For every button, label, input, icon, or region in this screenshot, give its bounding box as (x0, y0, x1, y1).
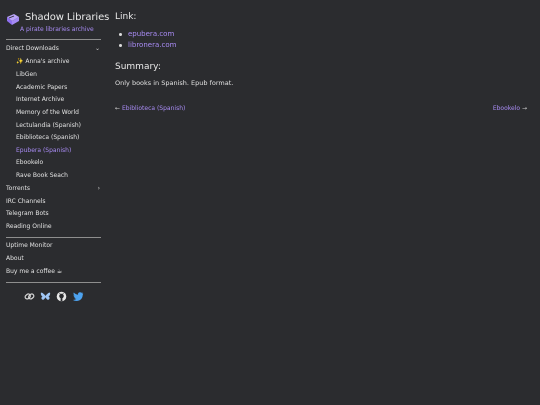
sidebar-item-label: Buy me a coffee ☕ (6, 268, 63, 275)
divider (6, 237, 101, 238)
link-icon[interactable] (24, 291, 35, 302)
sidebar-item-label: Uptime Monitor (6, 242, 53, 249)
books-icon (7, 14, 19, 25)
sidebar-item-irc-channels[interactable]: IRC Channels (6, 196, 102, 208)
brand[interactable]: Shadow Libraries A pirate libraries arch… (6, 11, 109, 37)
sidebar-item-label: Torrents (6, 185, 30, 192)
sidebar-item-ebookelo[interactable]: Ebookelo (16, 157, 102, 169)
sidebar-item-ebiblioteca[interactable]: Ebiblioteca (Spanish) (16, 132, 102, 144)
list-item: epubera.com (115, 29, 176, 40)
sidebar-item-rave-book-seach[interactable]: Rave Book Seach (16, 170, 102, 182)
chevron-right-icon[interactable]: › (98, 183, 100, 195)
sidebar-item-label: About (6, 255, 24, 262)
site-title: Shadow Libraries (25, 12, 110, 23)
twitter-icon[interactable] (72, 291, 84, 302)
sidebar-item-label: Lectulandia (Spanish) (16, 122, 81, 129)
link-epubera[interactable]: epubera.com (128, 30, 174, 38)
summary-heading: Summary: (115, 62, 161, 72)
sidebar-item-torrents[interactable]: Torrents › (6, 183, 102, 195)
sidebar-item-label: IRC Channels (6, 198, 46, 205)
link-list: epubera.com libronera.com (115, 29, 176, 51)
arrow-left-icon: ← (115, 105, 121, 112)
sidebar: Shadow Libraries A pirate libraries arch… (0, 0, 109, 405)
sidebar-item-telegram-bots[interactable]: Telegram Bots (6, 208, 102, 220)
sidebar-item-label: Internet Archive (16, 96, 65, 103)
sidebar-item-direct-downloads[interactable]: Direct Downloads ⌄ (6, 43, 102, 55)
sidebar-item-label: Epubera (Spanish) (16, 147, 72, 154)
bluesky-icon[interactable] (40, 291, 51, 302)
arrow-right-icon: → (521, 105, 527, 112)
sidebar-item-label: Ebiblioteca (Spanish) (16, 134, 80, 141)
sidebar-item-libgen[interactable]: LibGen (16, 69, 102, 81)
chevron-down-icon[interactable]: ⌄ (95, 43, 100, 55)
sidebar-item-epubera[interactable]: Epubera (Spanish) (16, 145, 102, 157)
sidebar-item-memory-of-the-world[interactable]: Memory of the World (16, 107, 102, 119)
prev-page-label: Ebiblioteca (Spanish) (121, 105, 186, 112)
sidebar-item-label: Telegram Bots (6, 210, 49, 217)
sidebar-item-annas-archive[interactable]: ✨ Anna's archive (16, 56, 102, 68)
list-item: libronera.com (115, 40, 176, 51)
sidebar-item-about[interactable]: About (6, 253, 102, 265)
sidebar-item-label: LibGen (16, 71, 37, 78)
sidebar-item-lectulandia[interactable]: Lectulandia (Spanish) (16, 120, 102, 132)
sidebar-item-academic-papers[interactable]: Academic Papers (16, 82, 102, 94)
github-icon[interactable] (56, 291, 67, 302)
sidebar-item-reading-online[interactable]: Reading Online (6, 221, 102, 233)
sidebar-item-label: Rave Book Seach (16, 172, 68, 179)
next-page-link[interactable]: Ebookelo → (493, 105, 527, 112)
sidebar-item-internet-archive[interactable]: Internet Archive (16, 94, 102, 106)
divider (6, 282, 101, 283)
social-links (22, 291, 88, 303)
link-libronera[interactable]: libronera.com (128, 41, 176, 49)
sidebar-item-label: Reading Online (6, 223, 52, 230)
sidebar-item-label: Academic Papers (16, 84, 68, 91)
sidebar-item-uptime-monitor[interactable]: Uptime Monitor (6, 240, 102, 252)
link-heading: Link: (115, 12, 137, 22)
next-page-label: Ebookelo (492, 105, 521, 112)
sidebar-item-label: ✨ Anna's archive (16, 58, 70, 65)
sidebar-item-label: Ebookelo (16, 159, 44, 166)
prev-page-link[interactable]: ← Ebiblioteca (Spanish) (115, 105, 185, 112)
sidebar-item-label: Direct Downloads (6, 45, 59, 52)
sidebar-item-label: Memory of the World (16, 109, 79, 116)
sidebar-item-buy-me-a-coffee[interactable]: Buy me a coffee ☕ (6, 266, 102, 278)
summary-text: Only books in Spanish. Epub format. (115, 79, 234, 87)
divider (6, 39, 101, 40)
site-subtitle: A pirate libraries archive (20, 26, 94, 33)
